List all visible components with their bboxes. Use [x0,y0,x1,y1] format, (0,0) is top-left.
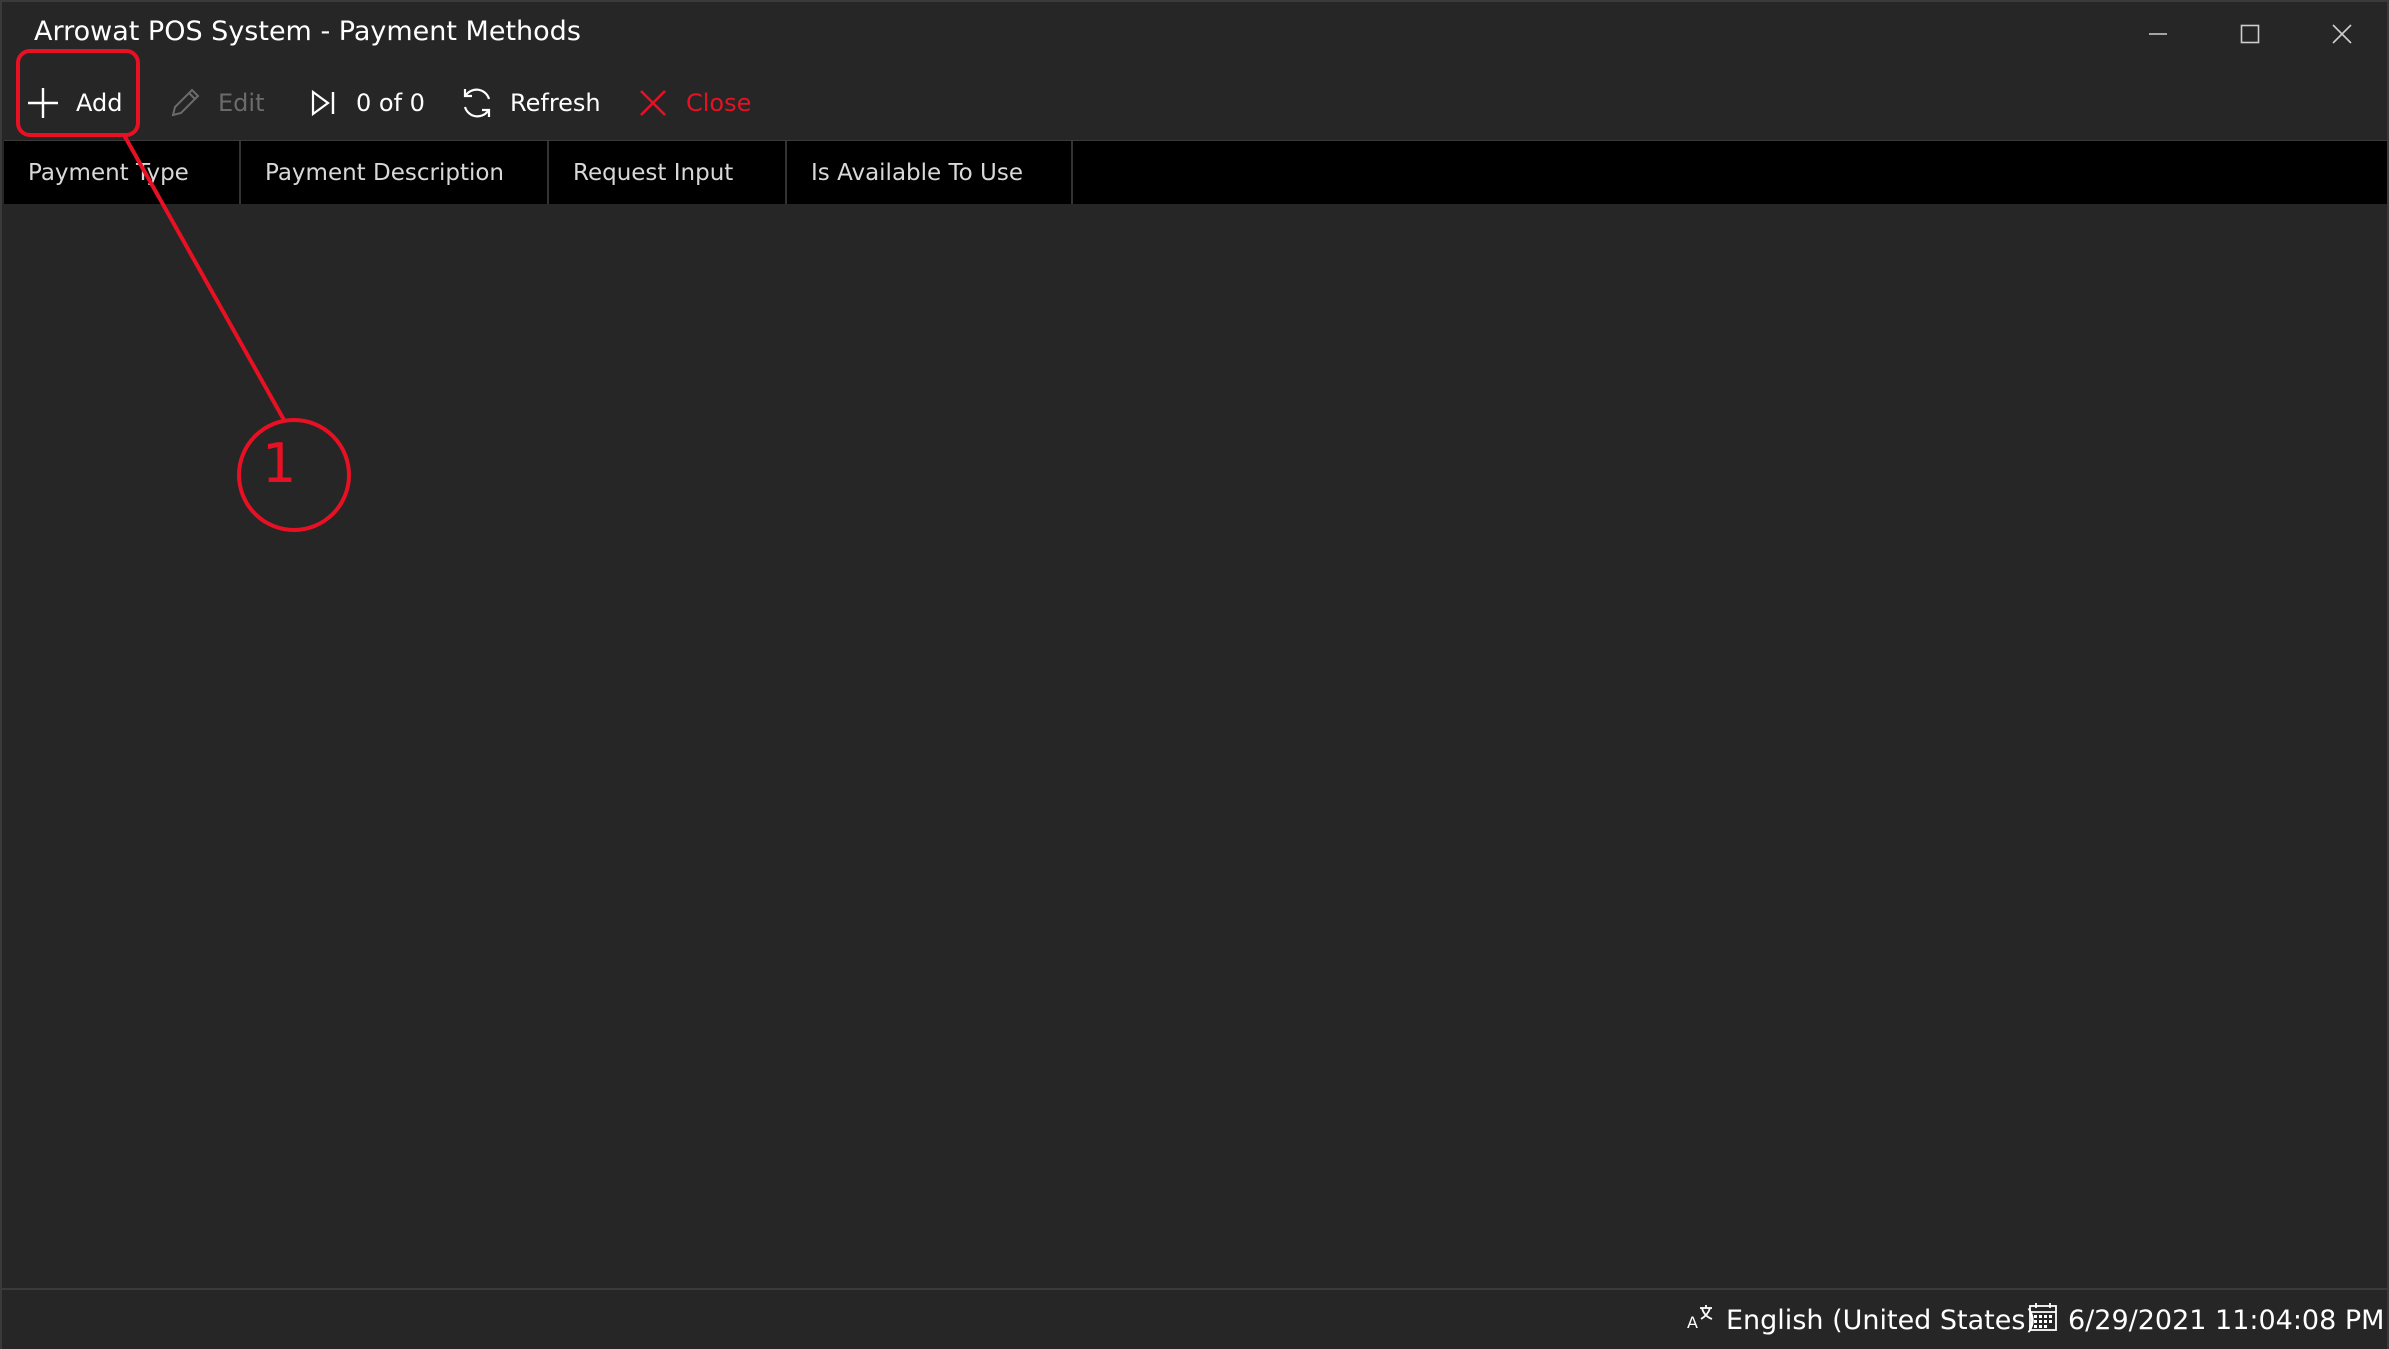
grid-header: Payment Type Payment Description Request… [4,140,2387,205]
refresh-button[interactable]: Refresh [458,76,601,130]
plus-icon [24,84,62,122]
close-button-label: Close [686,89,752,117]
column-header-payment-type[interactable]: Payment Type [4,141,241,205]
status-bar: A English (United States) 6/29/2021 11:0… [2,1288,2387,1349]
close-x-icon [634,84,672,122]
title-bar[interactable]: Arrowat POS System - Payment Methods [2,2,2387,66]
skip-next-icon [304,84,342,122]
datetime-indicator: 6/29/2021 11:04:08 PM [2028,1302,2384,1339]
close-icon [2332,24,2352,44]
svg-text:A: A [1687,1313,1698,1332]
column-header-payment-description[interactable]: Payment Description [241,141,549,205]
calendar-icon [2028,1302,2058,1339]
annotation-callout-number: 1 [262,432,297,495]
minimize-button[interactable] [2112,2,2204,66]
toolbar: Add Edit 0 of 0 Refresh Close [2,66,2387,140]
datetime-label: 6/29/2021 11:04:08 PM [2068,1305,2385,1336]
grid-body[interactable] [4,204,2387,1288]
pencil-icon [166,84,204,122]
column-header-request-input[interactable]: Request Input [549,141,787,205]
record-position: 0 of 0 [356,89,425,117]
language-indicator[interactable]: A English (United States) [1686,1302,2036,1339]
window-close-button[interactable] [2296,2,2388,66]
maximize-button[interactable] [2204,2,2296,66]
next-record-button[interactable]: 0 of 0 [304,76,425,130]
language-label: English (United States) [1726,1305,2036,1336]
refresh-button-label: Refresh [510,89,601,117]
refresh-icon [458,84,496,122]
edit-button-label: Edit [218,89,265,117]
minimize-icon [2149,33,2167,35]
close-button[interactable]: Close [634,76,751,130]
language-icon: A [1686,1302,1716,1339]
add-button[interactable]: Add [24,76,122,130]
app-window: Arrowat POS System - Payment Methods Add… [0,0,2389,1349]
add-button-label: Add [76,89,123,117]
window-title: Arrowat POS System - Payment Methods [34,16,581,47]
edit-button[interactable]: Edit [166,76,264,130]
column-header-is-available[interactable]: Is Available To Use [787,141,1073,205]
maximize-icon [2240,24,2260,44]
